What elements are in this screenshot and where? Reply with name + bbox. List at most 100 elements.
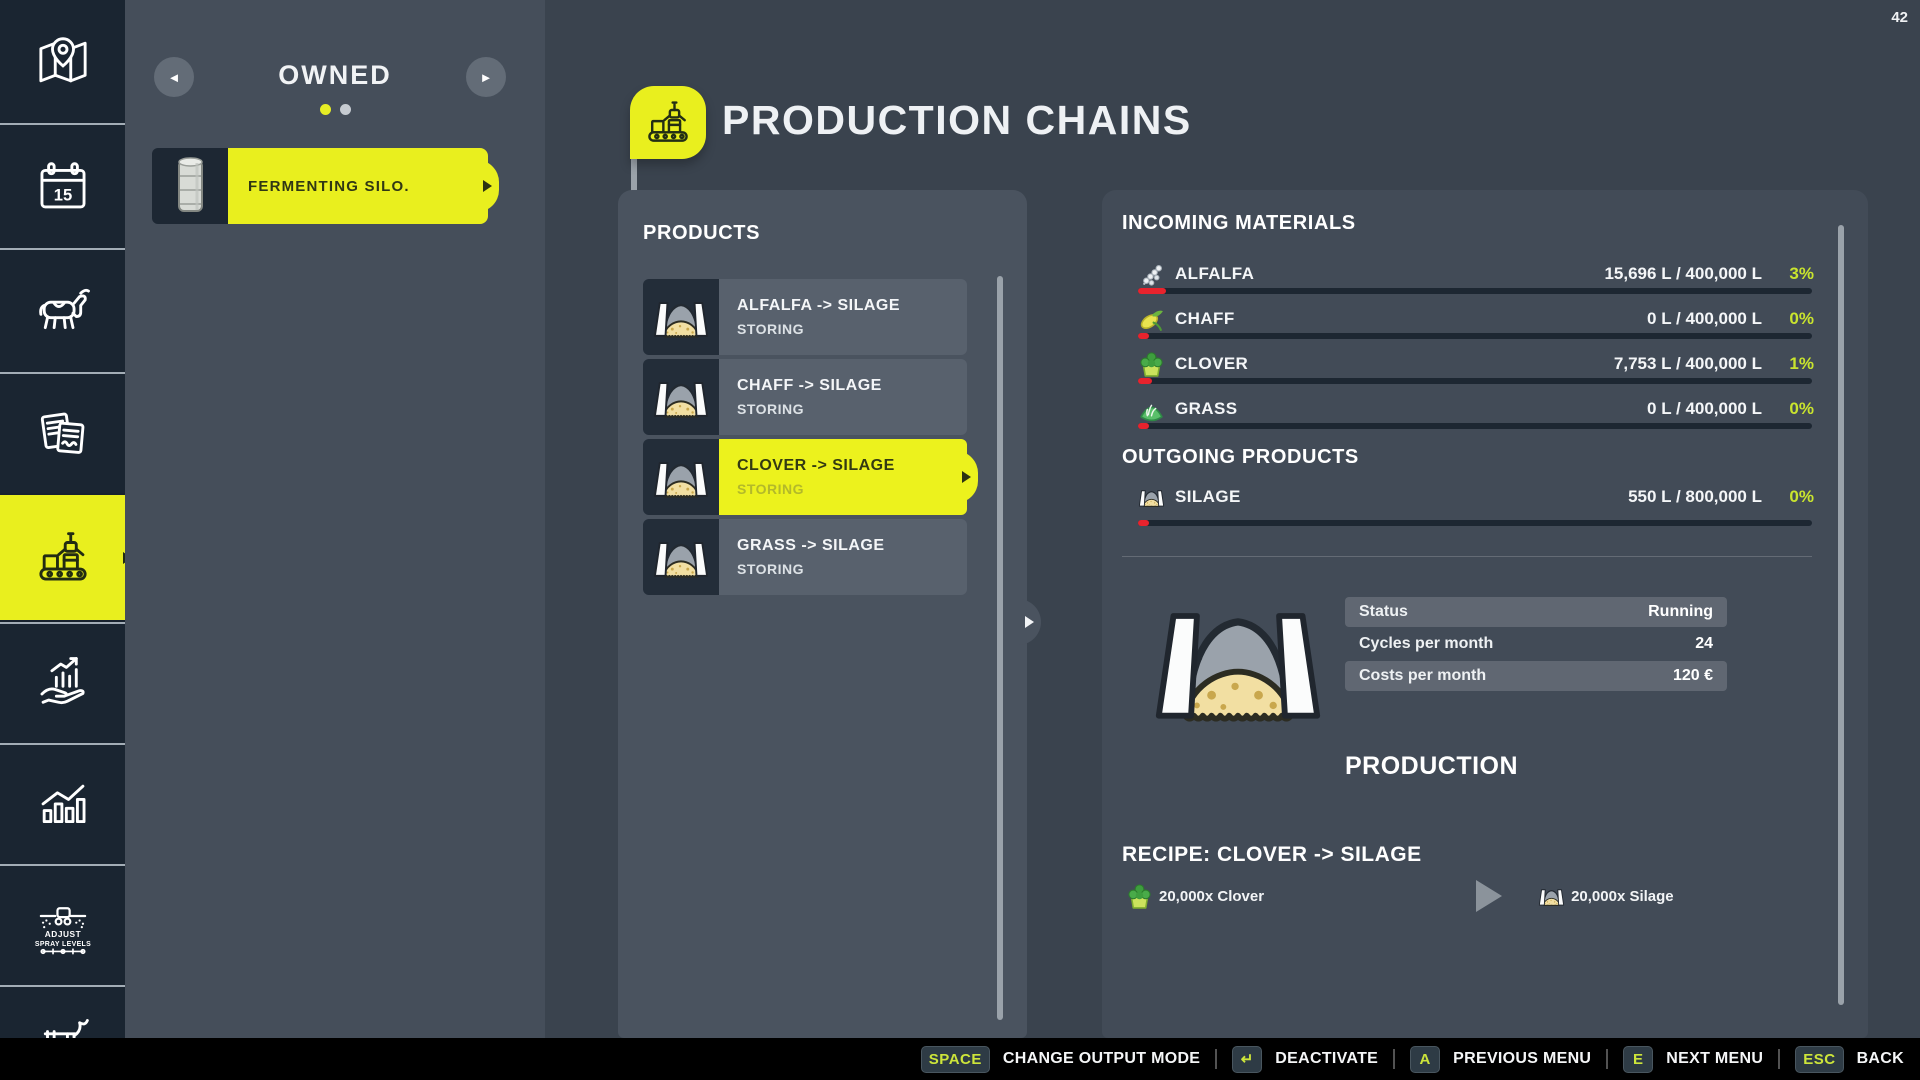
material-percent: 3% bbox=[1762, 264, 1814, 284]
product-title: CLOVER -> SILAGE bbox=[737, 457, 967, 475]
selection-arrow-icon bbox=[962, 471, 971, 483]
hint-back[interactable]: ESC BACK bbox=[1795, 1046, 1904, 1073]
silage-icon bbox=[1138, 484, 1165, 511]
details-panel: INCOMING MATERIALS ALFALFA 15,696 L / 40… bbox=[1102, 190, 1868, 1038]
material-amount: 7,753 L / 400,000 L bbox=[1614, 354, 1762, 374]
esc-key[interactable]: ESC bbox=[1795, 1046, 1843, 1073]
product-item-alfalfa-silage[interactable]: ALFALFA -> SILAGE STORING bbox=[643, 279, 967, 355]
page-title: PRODUCTION CHAINS bbox=[722, 97, 1192, 144]
sidebar-item-finances[interactable] bbox=[0, 624, 125, 743]
product-title: GRASS -> SILAGE bbox=[737, 537, 967, 555]
material-name: CLOVER bbox=[1175, 354, 1614, 374]
production-chains-icon bbox=[32, 527, 94, 589]
svg-text:ADJUST: ADJUST bbox=[44, 929, 81, 939]
material-percent: 0% bbox=[1762, 399, 1814, 419]
fill-bar bbox=[1138, 333, 1812, 339]
hint-change-output-mode[interactable]: SPACE CHANGE OUTPUT MODE bbox=[921, 1046, 1200, 1073]
calendar-icon: 15 bbox=[32, 156, 94, 218]
page-title-icon bbox=[630, 86, 706, 159]
page-indicator[interactable] bbox=[125, 104, 545, 115]
owned-item-fermenting-silo[interactable]: FERMENTING SILO. bbox=[152, 148, 488, 224]
clover-icon bbox=[1126, 883, 1153, 910]
partial-icon bbox=[32, 1005, 94, 1039]
hint-separator bbox=[1215, 1049, 1217, 1069]
material-percent: 1% bbox=[1762, 354, 1814, 374]
product-item-chaff-silage[interactable]: CHAFF -> SILAGE STORING bbox=[643, 359, 967, 435]
clover-icon bbox=[1138, 351, 1165, 378]
fill-bar bbox=[1138, 378, 1812, 384]
sidebar-item-statistics[interactable] bbox=[0, 745, 125, 864]
finances-icon bbox=[32, 653, 94, 715]
material-amount: 550 L / 800,000 L bbox=[1628, 487, 1762, 507]
sidebar-item-contracts[interactable] bbox=[0, 374, 125, 493]
product-item-clover-silage-selected[interactable]: CLOVER -> SILAGE STORING bbox=[643, 439, 967, 515]
cow-icon bbox=[32, 280, 94, 342]
sidebar: 15 bbox=[0, 0, 125, 1038]
products-scrollbar[interactable] bbox=[997, 276, 1003, 1020]
product-status: STORING bbox=[737, 561, 967, 577]
hint-separator bbox=[1606, 1049, 1608, 1069]
page-dot[interactable] bbox=[340, 104, 351, 115]
bunker-silo-icon bbox=[643, 279, 719, 355]
material-percent: 0% bbox=[1762, 487, 1814, 507]
row-label: Cycles per month bbox=[1359, 635, 1695, 653]
hint-label: DEACTIVATE bbox=[1275, 1050, 1378, 1068]
selection-arrow-icon bbox=[483, 180, 492, 192]
hint-previous-menu[interactable]: A PREVIOUS MENU bbox=[1410, 1046, 1591, 1073]
products-panel: PRODUCTS ALFALFA -> SILAGE STORING CHAFF… bbox=[618, 190, 1027, 1038]
contracts-icon bbox=[32, 403, 94, 465]
material-row-grass: GRASS 0 L / 400,000 L 0% bbox=[1138, 396, 1814, 422]
sidebar-item-calendar[interactable]: 15 bbox=[0, 125, 125, 248]
page-dot-active[interactable] bbox=[320, 104, 331, 115]
product-status: STORING bbox=[737, 401, 967, 417]
row-value: 24 bbox=[1695, 635, 1713, 653]
sidebar-item-adjust-spray-levels[interactable]: ADJUST SPRAY LEVELS bbox=[0, 866, 125, 985]
production-chains-screen: 15 bbox=[0, 0, 1920, 1080]
bunker-silo-icon bbox=[643, 519, 719, 595]
products-header: PRODUCTS bbox=[643, 222, 760, 245]
section-divider bbox=[1122, 556, 1812, 557]
product-title: ALFALFA -> SILAGE bbox=[737, 297, 967, 315]
fill-bar bbox=[1138, 520, 1812, 526]
recipe-row: 20,000x Clover 20,000x Silage bbox=[1126, 880, 1686, 912]
recipe-arrow-icon bbox=[1476, 880, 1502, 912]
material-name: CHAFF bbox=[1175, 309, 1647, 329]
material-amount: 15,696 L / 400,000 L bbox=[1604, 264, 1762, 284]
sidebar-item-map[interactable] bbox=[0, 0, 125, 123]
material-row-chaff: CHAFF 0 L / 400,000 L 0% bbox=[1138, 306, 1814, 332]
bunker-silo-icon bbox=[643, 359, 719, 435]
details-scrollbar[interactable] bbox=[1838, 225, 1844, 1005]
grass-icon bbox=[1138, 396, 1165, 423]
hint-next-menu[interactable]: E NEXT MENU bbox=[1623, 1046, 1763, 1073]
bunker-silo-icon bbox=[643, 439, 719, 515]
row-value: 120 € bbox=[1673, 667, 1713, 685]
svg-text:SPRAY LEVELS: SPRAY LEVELS bbox=[34, 940, 90, 947]
sidebar-item-partial[interactable] bbox=[0, 987, 125, 1038]
e-key[interactable]: E bbox=[1623, 1046, 1653, 1073]
recipe-output: 20,000x Silage bbox=[1571, 888, 1674, 905]
space-key[interactable]: SPACE bbox=[921, 1046, 990, 1073]
hint-label: NEXT MENU bbox=[1666, 1050, 1763, 1068]
panel-focus-bump[interactable] bbox=[1013, 599, 1041, 645]
product-item-grass-silage[interactable]: GRASS -> SILAGE STORING bbox=[643, 519, 967, 595]
material-name: ALFALFA bbox=[1175, 264, 1604, 284]
material-row-silage: SILAGE 550 L / 800,000 L 0% bbox=[1138, 484, 1814, 510]
hint-label: PREVIOUS MENU bbox=[1453, 1050, 1591, 1068]
hint-label: CHANGE OUTPUT MODE bbox=[1003, 1050, 1200, 1068]
material-row-clover: CLOVER 7,753 L / 400,000 L 1% bbox=[1138, 351, 1814, 377]
statistics-icon bbox=[32, 774, 94, 836]
chaff-icon bbox=[1138, 306, 1165, 333]
owned-item-label: FERMENTING SILO. bbox=[248, 178, 410, 195]
table-row-cycles: Cycles per month 24 bbox=[1345, 629, 1727, 659]
hint-separator bbox=[1778, 1049, 1780, 1069]
a-key[interactable]: A bbox=[1410, 1046, 1440, 1073]
incoming-materials-header: INCOMING MATERIALS bbox=[1122, 212, 1356, 235]
input-hints-bar: SPACE CHANGE OUTPUT MODE ↵ DEACTIVATE A … bbox=[0, 1038, 1920, 1080]
fill-bar bbox=[1138, 423, 1812, 429]
sidebar-item-production-chains[interactable] bbox=[0, 495, 125, 620]
hint-deactivate[interactable]: ↵ DEACTIVATE bbox=[1232, 1046, 1378, 1073]
enter-key[interactable]: ↵ bbox=[1232, 1046, 1262, 1073]
sidebar-item-animals[interactable] bbox=[0, 250, 125, 372]
material-name: GRASS bbox=[1175, 399, 1647, 419]
owned-panel: ◄ ► OWNED FERMENTING SILO. bbox=[125, 0, 545, 1038]
